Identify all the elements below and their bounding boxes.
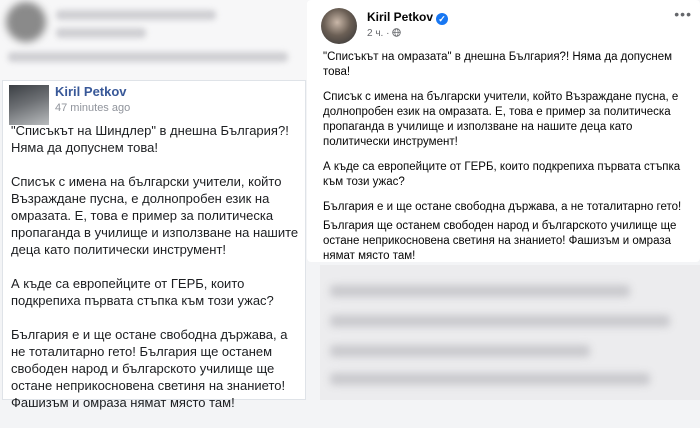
blurred-text [56, 10, 216, 20]
author-name[interactable]: Kiril Petkov [367, 10, 433, 24]
post-meta: 2 ч. · [367, 28, 401, 39]
author-avatar[interactable] [9, 85, 49, 125]
post-card-new: Kiril Petkov ✓ 2 ч. · ••• "Списъкът на ом… [307, 0, 700, 262]
author-name[interactable]: Kiril Petkov [55, 84, 127, 99]
blurred-text [330, 373, 650, 385]
blurred-background-comments [320, 265, 700, 400]
author-name-row: Kiril Petkov ✓ [367, 10, 449, 25]
blurred-text [330, 345, 590, 357]
meta-separator: · [386, 28, 390, 39]
blurred-text [330, 315, 670, 327]
post-timestamp[interactable]: 47 minutes ago [55, 102, 130, 114]
blurred-text [8, 52, 288, 62]
post-body: "Списъкът на омразата" в днешна България… [323, 50, 695, 274]
post-timestamp[interactable]: 2 ч. [367, 28, 383, 39]
verified-badge-icon: ✓ [436, 13, 449, 25]
post-paragraph: България ще останем свободен народ и бъл… [323, 220, 677, 262]
more-options-icon[interactable]: ••• [674, 6, 692, 22]
post-paragraph: България е и ще остане свободна държава,… [323, 201, 682, 213]
post-card-old: Kiril Petkov 47 minutes ago "Списъкът на… [2, 80, 306, 410]
post-paragraph: България е и ще остане свободна държава,… [11, 327, 288, 410]
blurred-text [56, 28, 146, 38]
globe-icon [392, 28, 401, 39]
post-paragraph: А къде са европейците от ГЕРБ, които под… [11, 276, 274, 308]
post-paragraph: "Списъкът на Шиндлер" в днешна България?… [11, 123, 289, 155]
post-body: "Списъкът на Шиндлер" в днешна България?… [11, 122, 303, 428]
blurred-avatar [6, 2, 46, 42]
post-paragraph: Списък с имена на български учители, кой… [323, 91, 679, 148]
author-avatar[interactable] [321, 8, 357, 44]
post-paragraph: "Списъкът на омразата" в днешна България… [323, 51, 673, 78]
post-paragraph: А къде са европейците от ГЕРБ, които под… [323, 161, 681, 188]
blurred-text [330, 285, 630, 297]
post-paragraph: Списък с имена на български учители, кой… [11, 174, 299, 257]
